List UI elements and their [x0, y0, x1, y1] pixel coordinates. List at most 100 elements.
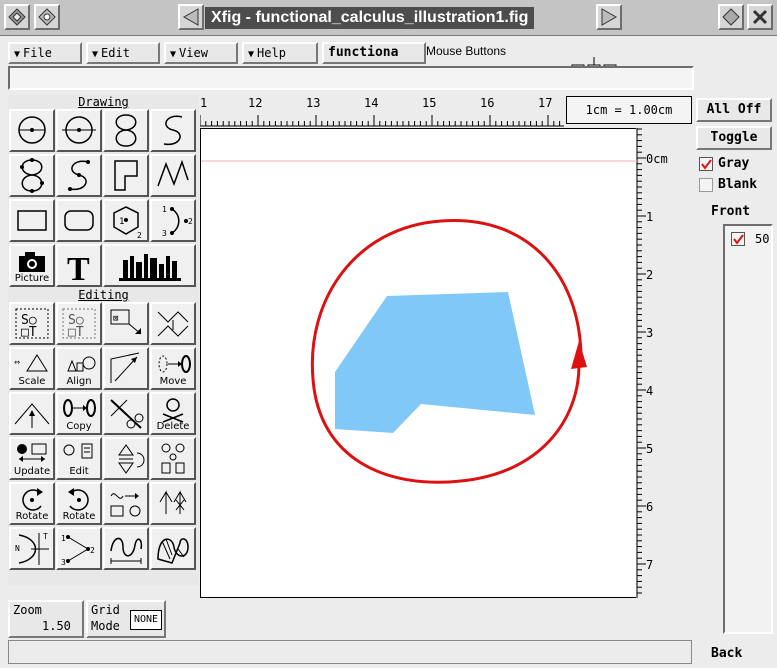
checkmark-icon — [701, 159, 712, 170]
close-icon[interactable] — [747, 4, 773, 30]
view-menu[interactable]: ▼ View — [164, 42, 238, 64]
h-tick-label: 15 — [422, 96, 436, 110]
svg-text:2: 2 — [90, 546, 95, 555]
mirror-button[interactable] — [150, 482, 196, 525]
zoom-label: Zoom — [13, 603, 42, 617]
filename-label: functiona — [322, 42, 426, 64]
h-tick-label: 12 — [248, 96, 262, 110]
v-tick-label: 4 — [646, 384, 653, 398]
svg-text:T: T — [67, 251, 90, 285]
iconify-left-icon[interactable] — [178, 4, 204, 30]
closed-spline-button[interactable] — [103, 109, 149, 152]
library-button[interactable] — [103, 244, 196, 287]
checkmark-icon — [733, 234, 744, 245]
title-bar: Xfig - functional_calculus_illustration1… — [0, 0, 777, 36]
regular-polygon-button[interactable]: 12 — [103, 199, 149, 242]
blank-label: Blank — [718, 177, 758, 192]
rotate-ccw-button[interactable]: Rotate — [9, 482, 55, 525]
svg-text:1: 1 — [61, 534, 66, 543]
rotate-cw-caption: Rotate — [62, 511, 96, 522]
mouse-buttons-label: Mouse Buttons — [426, 44, 507, 58]
text-button[interactable]: T — [56, 244, 102, 287]
svg-text:□T: □T — [21, 325, 37, 340]
circle-diameter-button[interactable] — [56, 109, 102, 152]
break-compound-button[interactable]: S○ □T — [56, 302, 102, 345]
v-tick-label: 7 — [646, 558, 653, 572]
arc-box-button[interactable] — [56, 199, 102, 242]
v-tick-label: 3 — [646, 326, 653, 340]
gray-label: Gray — [718, 156, 750, 171]
help-menu[interactable]: ▼ Help — [242, 42, 318, 64]
zoom-control[interactable]: Zoom 1.50 — [8, 600, 84, 638]
anchor-button[interactable] — [150, 437, 196, 480]
picture-caption: Picture — [14, 273, 50, 284]
arc-button[interactable]: 1 2 3 — [150, 199, 196, 242]
grid-mode-control[interactable]: Grid Mode NONE — [86, 600, 166, 638]
down-arrow-icon: ▼ — [92, 49, 99, 60]
ruler-scale-label: 1cm = 1.00cm — [566, 96, 692, 124]
picture-button[interactable]: Picture — [9, 244, 55, 287]
back-label: Back — [711, 646, 743, 661]
svg-text:3: 3 — [61, 558, 66, 567]
flip-button[interactable] — [150, 302, 196, 345]
dimension-line-button[interactable]: 1 2 3 — [56, 527, 102, 570]
rotate-cw-button[interactable]: Rotate — [56, 482, 102, 525]
shade-icon[interactable] — [34, 4, 60, 30]
convert-button[interactable] — [103, 482, 149, 525]
v-tick-label: 5 — [646, 442, 653, 456]
box-button[interactable] — [9, 199, 55, 242]
add-point-button[interactable] — [9, 392, 55, 435]
grid-label: Grid — [91, 603, 120, 617]
iconify-right-icon[interactable] — [596, 4, 622, 30]
polyline-button[interactable] — [150, 154, 196, 197]
v-tick-label: 2 — [646, 268, 653, 282]
point-move-button[interactable] — [103, 347, 149, 390]
align-caption: Align — [66, 376, 92, 387]
svg-text:⇔: ⇔ — [14, 357, 20, 368]
file-menu[interactable]: ▼ File — [8, 42, 82, 64]
measure-area-button[interactable] — [150, 527, 196, 570]
scale-button[interactable]: ⇔ Scale — [9, 347, 55, 390]
v-tick-label: 6 — [646, 500, 653, 514]
v-tick-label: 0cm — [646, 152, 668, 166]
delete-caption: Delete — [156, 421, 190, 432]
measure-length-button[interactable] — [103, 527, 149, 570]
interp-open-spline-button[interactable] — [56, 154, 102, 197]
window-menu-icon[interactable] — [4, 4, 30, 30]
move-button[interactable]: Move — [150, 347, 196, 390]
align-button[interactable]: Align — [56, 347, 102, 390]
compound-button[interactable]: S○ □T — [9, 302, 55, 345]
all-off-button[interactable]: All Off — [696, 98, 772, 122]
drawing-header: Drawing — [78, 95, 129, 109]
move-caption: Move — [159, 376, 187, 387]
mode-label: Mode — [91, 619, 120, 633]
open-spline-button[interactable] — [150, 109, 196, 152]
copy-button[interactable]: Copy — [56, 392, 102, 435]
filled-polygon[interactable] — [335, 292, 535, 433]
svg-text:2: 2 — [188, 217, 193, 226]
depth-checkbox[interactable] — [731, 232, 745, 246]
delete-button[interactable]: Delete — [150, 392, 196, 435]
arrow-mode-button[interactable] — [103, 437, 149, 480]
circle-radius-button[interactable] — [9, 109, 55, 152]
edit-menu[interactable]: ▼ Edit — [86, 42, 160, 64]
blank-checkbox[interactable] — [699, 178, 713, 192]
zoom-value: 1.50 — [42, 619, 71, 633]
message-field — [8, 66, 694, 90]
toggle-button[interactable]: Toggle — [696, 126, 772, 150]
cut-point-button[interactable] — [103, 392, 149, 435]
scale-caption: Scale — [18, 376, 46, 387]
polygon-button[interactable] — [103, 154, 149, 197]
update-button[interactable]: Update — [9, 437, 55, 480]
update-caption: Update — [13, 466, 51, 477]
tangent-button[interactable]: NT — [9, 527, 55, 570]
down-arrow-icon: ▼ — [170, 49, 177, 60]
interp-closed-spline-button[interactable] — [9, 154, 55, 197]
depth-list[interactable]: 50 — [723, 224, 773, 634]
drawing-canvas[interactable] — [200, 128, 637, 598]
gray-checkbox[interactable] — [699, 157, 713, 171]
open-compound-button[interactable]: ⊠ — [103, 302, 149, 345]
maximize-icon[interactable] — [718, 4, 744, 30]
edit-button[interactable]: Edit — [56, 437, 102, 480]
curve-arrowhead — [571, 341, 587, 369]
